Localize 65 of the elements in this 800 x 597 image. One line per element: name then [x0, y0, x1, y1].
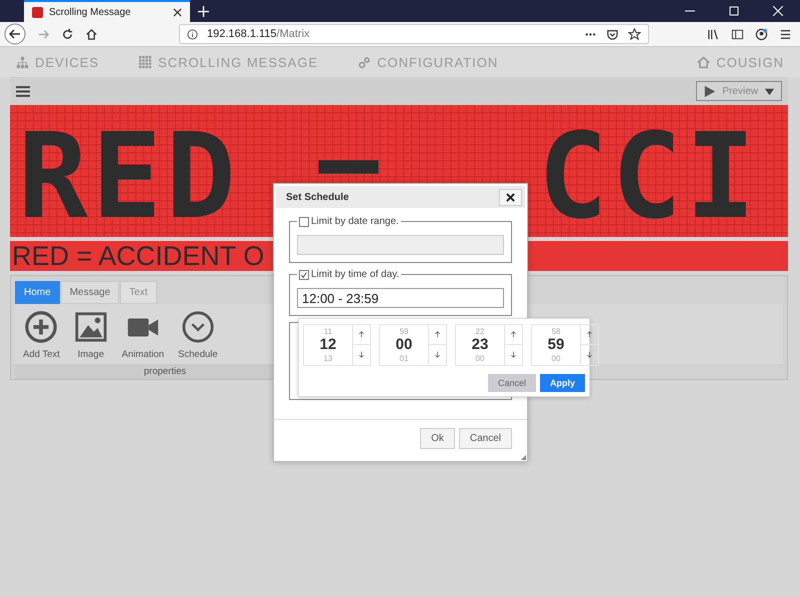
- plus-circle-icon: [24, 310, 58, 344]
- resize-grip-icon[interactable]: [521, 455, 526, 460]
- picker-button[interactable]: Cancel: [488, 374, 536, 392]
- picker-button[interactable]: Apply: [540, 374, 585, 392]
- close-button[interactable]: [499, 188, 522, 206]
- close-icon: [506, 192, 515, 202]
- next-value: 00: [476, 354, 484, 363]
- maximize-icon[interactable]: [729, 6, 739, 16]
- image-icon: [74, 310, 108, 344]
- time-spinner[interactable]: 59 00 01: [379, 324, 447, 366]
- previous-value: 22: [476, 327, 484, 336]
- next-value: 13: [324, 354, 332, 363]
- current-value: 12: [320, 336, 336, 354]
- time-spinner[interactable]: 58 59 00: [531, 324, 599, 366]
- next-value: 00: [552, 354, 560, 363]
- new-tab-icon[interactable]: [198, 6, 209, 17]
- tab-title: Scrolling Message: [49, 6, 132, 18]
- ribbon-tool-button[interactable]: Image: [74, 310, 108, 360]
- gears-icon: [358, 56, 372, 68]
- checkbox-label: Limit by time of day.: [311, 269, 400, 280]
- current-value: 59: [548, 336, 564, 354]
- pocket-icon[interactable]: [606, 28, 619, 40]
- home-icon: [697, 56, 710, 68]
- message-text: RED = ACCIDENT O: [11, 241, 264, 271]
- previous-value: 58: [552, 327, 560, 336]
- ribbon-tab[interactable]: Home: [15, 281, 60, 304]
- url-text: 192.168.1.115/Matrix: [207, 28, 310, 40]
- sidebar-icon[interactable]: [731, 28, 744, 40]
- browser-tab[interactable]: Scrolling Message: [24, 0, 190, 22]
- date-range-field[interactable]: [297, 235, 504, 255]
- dialog-button[interactable]: Ok: [420, 428, 455, 449]
- current-value: 23: [472, 336, 488, 354]
- star-icon[interactable]: [628, 28, 641, 40]
- account-icon[interactable]: [755, 28, 768, 40]
- menu-icon[interactable]: [779, 28, 792, 40]
- reload-icon[interactable]: [61, 28, 74, 40]
- checkbox[interactable]: [299, 216, 309, 226]
- ribbon-tool-button[interactable]: Animation: [122, 310, 164, 360]
- library-icon[interactable]: [707, 28, 720, 40]
- play-icon: [703, 84, 716, 98]
- matrix-text: CCI: [538, 107, 760, 237]
- dialog-title: Set Schedule: [286, 192, 349, 202]
- ribbon-tool-button[interactable]: Schedule: [178, 310, 218, 360]
- grid-icon: [139, 56, 152, 68]
- checkbox[interactable]: [299, 270, 309, 280]
- menu-icon[interactable]: [16, 84, 30, 98]
- address-field[interactable]: 192.168.1.115/Matrix: [179, 24, 649, 44]
- current-value: 00: [396, 336, 412, 354]
- dialog-button[interactable]: Cancel: [458, 428, 512, 449]
- next-value: 01: [400, 354, 408, 363]
- previous-value: 59: [400, 327, 408, 336]
- clock-icon: [180, 310, 215, 344]
- info-icon[interactable]: [187, 28, 198, 40]
- ribbon-tab[interactable]: Message: [60, 281, 120, 304]
- back-icon[interactable]: [4, 23, 26, 45]
- time-range-field[interactable]: 12:00 - 23:59: [297, 288, 504, 308]
- time-spinner[interactable]: 11 12 13: [303, 324, 371, 366]
- checkbox-label: Limit by date range.: [311, 216, 399, 227]
- time-spinner[interactable]: 22 23 00: [455, 324, 523, 366]
- sitemap-icon: [16, 56, 29, 68]
- ribbon-tool-button[interactable]: Add Text: [23, 310, 60, 360]
- close-icon[interactable]: [173, 8, 182, 16]
- app-logo-icon: [32, 6, 43, 18]
- home-icon[interactable]: [85, 28, 98, 40]
- previous-value: 11: [324, 327, 332, 336]
